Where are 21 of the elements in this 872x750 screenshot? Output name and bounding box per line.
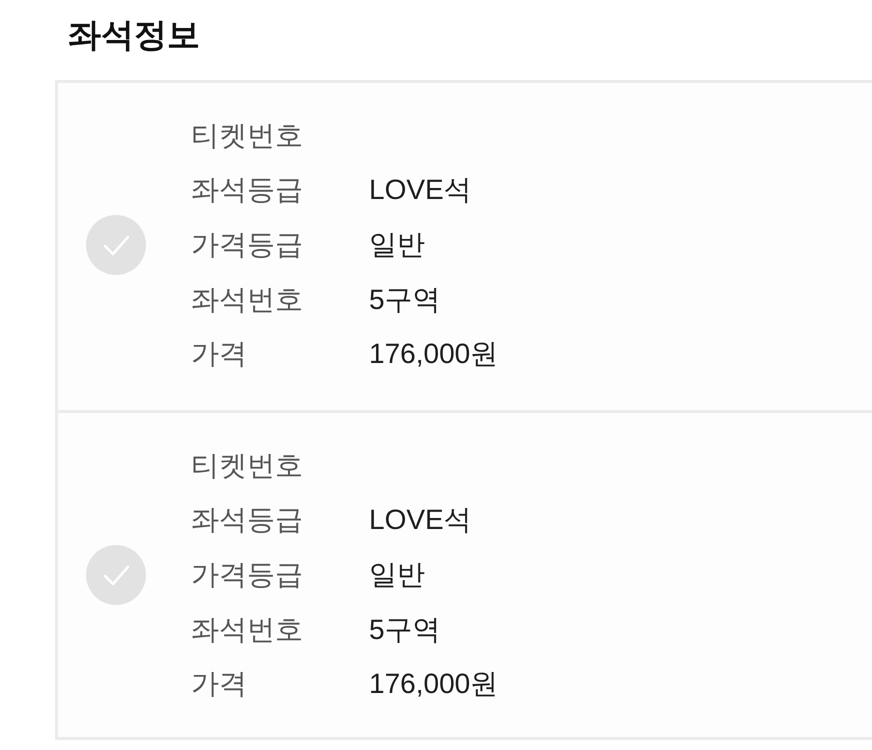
field-label: 좌석등급 xyxy=(191,173,304,208)
field-label: 티켓번호 xyxy=(191,448,304,483)
field-value: 일반 xyxy=(369,228,425,262)
field-value: 5구역 xyxy=(369,282,441,317)
field-value: LOVE석 xyxy=(369,503,472,538)
check-circle-icon[interactable] xyxy=(86,545,146,605)
field-label: 가격등급 xyxy=(191,558,304,592)
field-value: LOVE석 xyxy=(369,173,472,208)
field-value: 일반 xyxy=(369,558,425,592)
field-label: 티켓번호 xyxy=(191,118,304,153)
field-label: 좌석등급 xyxy=(191,503,304,538)
field-label: 좌석번호 xyxy=(191,612,304,647)
field-value: 176,000원 xyxy=(369,337,498,372)
check-circle-icon[interactable] xyxy=(86,215,146,275)
field-value: 176,000원 xyxy=(369,667,498,702)
field-value: 5구역 xyxy=(369,612,441,647)
field-label: 좌석번호 xyxy=(191,282,304,317)
field-label: 가격 xyxy=(191,667,248,702)
section-title: 좌석정보 xyxy=(68,15,201,55)
field-label: 가격등급 xyxy=(191,228,304,262)
field-label: 가격 xyxy=(191,337,248,372)
